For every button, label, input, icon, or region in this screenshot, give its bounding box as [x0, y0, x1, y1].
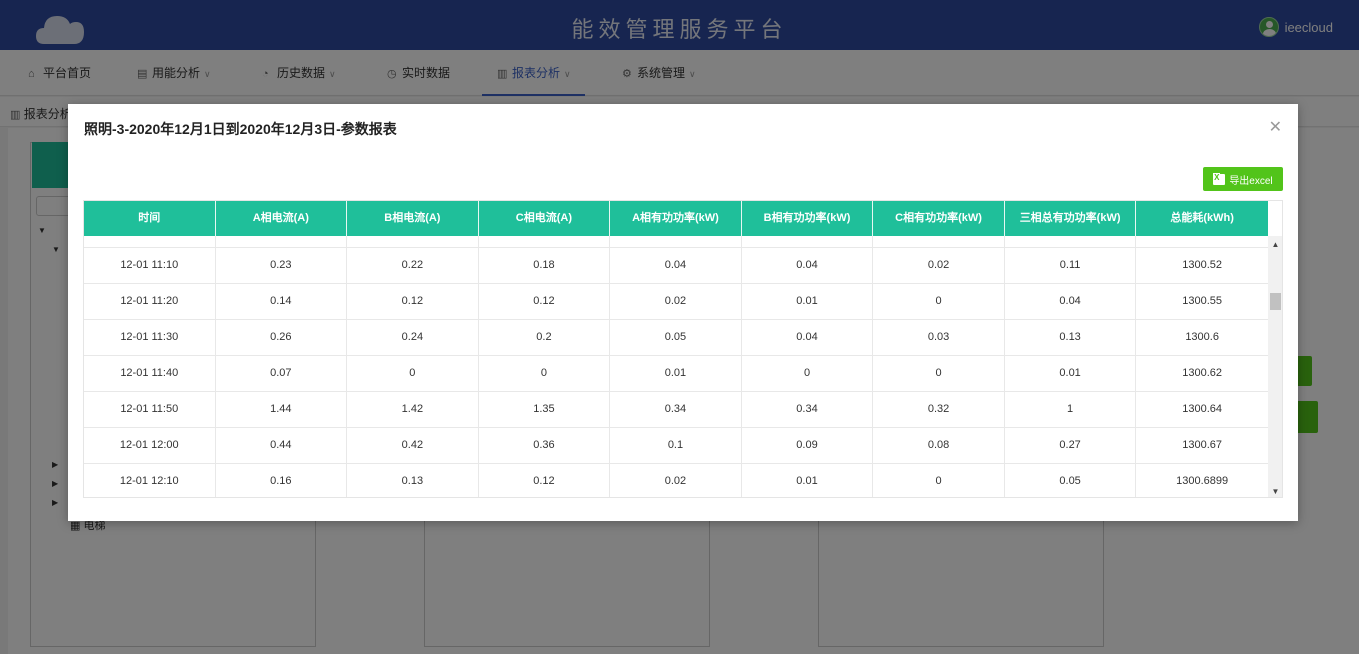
- export-excel-button[interactable]: 导出excel: [1203, 167, 1283, 191]
- table-cell: 0.32: [873, 392, 1005, 427]
- table-cell: 0.34: [610, 392, 742, 427]
- table-cell: 0.04: [1005, 284, 1137, 319]
- table-cell: 1.44: [216, 392, 348, 427]
- table-cell: 0.02: [873, 248, 1005, 283]
- table-row: [84, 236, 1268, 248]
- column-header[interactable]: 总能耗(kWh): [1136, 201, 1268, 236]
- table-row: 12-01 11:50 1.44 1.42 1.35 0.34 0.34 0.3…: [84, 392, 1268, 428]
- table-cell: 0.36: [479, 428, 611, 463]
- column-header[interactable]: 时间: [84, 201, 216, 236]
- table-row: 12-01 12:10 0.16 0.13 0.12 0.02 0.01 0 0…: [84, 464, 1268, 497]
- table-cell: 0.09: [742, 428, 874, 463]
- table-cell: 1300.64: [1182, 403, 1223, 415]
- table-cell: 12-01 12:10: [84, 464, 216, 497]
- table-cell: 1.42: [347, 392, 479, 427]
- table-cell: 0: [479, 356, 611, 391]
- report-table: 时间 A相电流(A) B相电流(A) C相电流(A) A相有功功率(kW) B相…: [83, 200, 1283, 498]
- table-cell: 0.01: [610, 356, 742, 391]
- table-cell: 0.04: [610, 248, 742, 283]
- table-body: 12-01 11:10 0.23 0.22 0.18 0.04 0.04 0.0…: [84, 236, 1268, 497]
- table-cell: 0.34: [742, 392, 874, 427]
- table-cell: 1.35: [479, 392, 611, 427]
- table-row: 12-01 11:10 0.23 0.22 0.18 0.04 0.04 0.0…: [84, 248, 1268, 284]
- table-cell: 0.13: [347, 464, 479, 497]
- table-cell: 12-01 11:20: [84, 284, 216, 319]
- column-header[interactable]: C相电流(A): [479, 201, 611, 236]
- table-row: 12-01 11:40 0.07 0 0 0.01 0 0 0.01 1300.…: [84, 356, 1268, 392]
- table-cell: 0.01: [742, 464, 874, 497]
- table-cell: 0.07: [216, 356, 348, 391]
- column-header[interactable]: B相有功功率(kW): [742, 201, 874, 236]
- dialog-title: 照明-3-2020年12月1日到2020年12月3日-参数报表: [84, 121, 397, 137]
- table-cell: 0.02: [610, 464, 742, 497]
- table-cell: 1300.6: [1185, 331, 1219, 343]
- table-cell: 12-01 11:30: [84, 320, 216, 355]
- table-cell: 0.01: [1005, 356, 1137, 391]
- table-cell: 0: [873, 284, 1005, 319]
- column-header[interactable]: A相有功功率(kW): [610, 201, 742, 236]
- table-cell: 0.16: [216, 464, 348, 497]
- table-cell: 0.01: [742, 284, 874, 319]
- table-row: 12-01 12:00 0.44 0.42 0.36 0.1 0.09 0.08…: [84, 428, 1268, 464]
- table-cell: 0.27: [1005, 428, 1137, 463]
- scroll-up-arrow-icon[interactable]: ▲: [1268, 240, 1282, 249]
- table-cell: 0.24: [347, 320, 479, 355]
- table-cell: 0: [873, 356, 1005, 391]
- table-cell: 0.22: [347, 248, 479, 283]
- table-cell: 1: [1005, 392, 1137, 427]
- table-cell: 0.03: [873, 320, 1005, 355]
- table-cell: 0.08: [873, 428, 1005, 463]
- table-cell: 12-01 11:40: [84, 356, 216, 391]
- table-row: 12-01 11:30 0.26 0.24 0.2 0.05 0.04 0.03…: [84, 320, 1268, 356]
- table-cell: 0.04: [742, 320, 874, 355]
- table-cell: 0: [873, 464, 1005, 497]
- table-cell: 0: [742, 356, 874, 391]
- table-cell: 12-01 12:00: [84, 428, 216, 463]
- excel-icon: [1213, 172, 1226, 185]
- table-cell: 0.18: [479, 248, 611, 283]
- column-header[interactable]: B相电流(A): [347, 201, 479, 236]
- table-cell: 0.12: [347, 284, 479, 319]
- table-cell: 0.12: [479, 284, 611, 319]
- table-cell: 0.04: [742, 248, 874, 283]
- table-cell: 0.23: [216, 248, 348, 283]
- table-cell: 0: [347, 356, 479, 391]
- table-cell: 1300.67: [1182, 439, 1223, 451]
- table-scrollbar[interactable]: ▲ ▼: [1268, 236, 1282, 497]
- table-cell: 1300.6899: [1176, 475, 1229, 487]
- table-cell: 1300.52: [1182, 259, 1223, 271]
- column-header[interactable]: 三相总有功功率(kW): [1005, 201, 1137, 236]
- table-cell: 0.05: [610, 320, 742, 355]
- scrollbar-thumb[interactable]: [1270, 293, 1281, 310]
- table-cell: 0.2: [479, 320, 611, 355]
- table-row: 12-01 11:20 0.14 0.12 0.12 0.02 0.01 0 0…: [84, 284, 1268, 320]
- table-cell: 12-01 11:10: [84, 248, 216, 283]
- table-cell: 0.1: [610, 428, 742, 463]
- table-cell: 0.26: [216, 320, 348, 355]
- table-cell: 0.44: [216, 428, 348, 463]
- column-header[interactable]: C相有功功率(kW): [873, 201, 1005, 236]
- table-cell: 12-01 11:50: [84, 392, 216, 427]
- table-cell: 1300.62: [1182, 367, 1223, 379]
- report-dialog: 照明-3-2020年12月1日到2020年12月3日-参数报表 ✕ 导出exce…: [68, 104, 1298, 521]
- table-cell: 0.11: [1005, 248, 1137, 283]
- table-cell: 0.02: [610, 284, 742, 319]
- table-cell: 0.12: [479, 464, 611, 497]
- table-cell: 0.13: [1005, 320, 1137, 355]
- table-cell: 0.14: [216, 284, 348, 319]
- scroll-down-arrow-icon[interactable]: ▼: [1268, 487, 1282, 496]
- table-cell: 1300.55: [1182, 295, 1223, 307]
- close-icon[interactable]: ✕: [1269, 117, 1282, 137]
- table-header: 时间 A相电流(A) B相电流(A) C相电流(A) A相有功功率(kW) B相…: [84, 201, 1268, 236]
- table-cell: 0.05: [1005, 464, 1137, 497]
- table-cell: 0.42: [347, 428, 479, 463]
- column-header[interactable]: A相电流(A): [216, 201, 348, 236]
